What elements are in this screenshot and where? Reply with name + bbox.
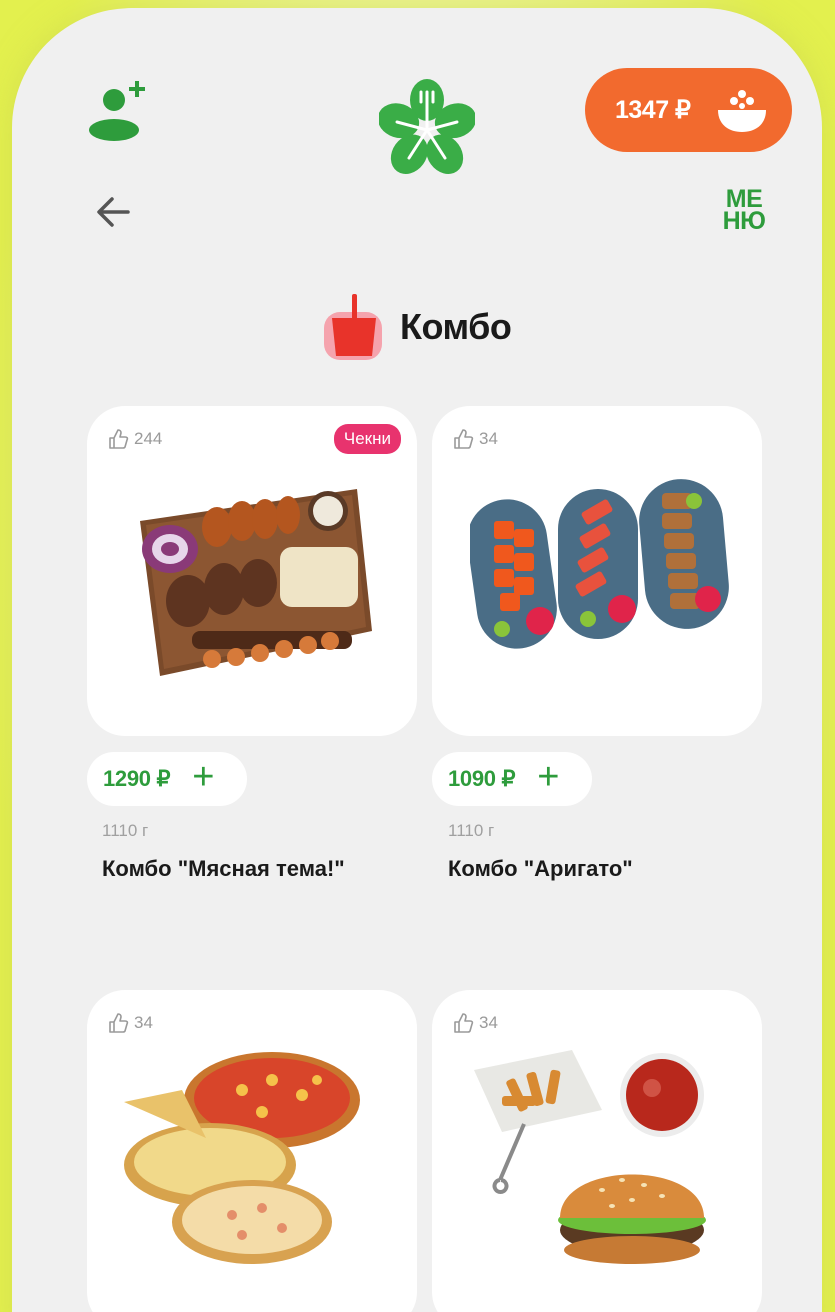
product-card[interactable]: 244 Чекни bbox=[87, 406, 417, 736]
cup-icon bbox=[324, 294, 382, 360]
product-card[interactable]: 34 bbox=[432, 406, 762, 736]
food-image-pizza bbox=[124, 1052, 360, 1264]
add-to-cart-button[interactable]: 1290 ₽ + bbox=[87, 752, 247, 806]
likes-count: 244 bbox=[134, 429, 163, 448]
product-card[interactable]: 34 bbox=[87, 990, 417, 1312]
logo-icon bbox=[377, 79, 477, 174]
add-user-button[interactable] bbox=[84, 78, 154, 148]
menu-label-line2: НЮ bbox=[722, 207, 766, 235]
thumbs-up-icon bbox=[454, 429, 474, 449]
price: 1090 ₽ bbox=[448, 766, 516, 791]
plus-icon: + bbox=[192, 756, 215, 798]
thumbs-up-icon bbox=[109, 429, 129, 449]
thumbs-up-icon bbox=[109, 1013, 129, 1033]
cart-bowl-icon bbox=[718, 90, 766, 132]
food-image-burger-set bbox=[474, 1050, 706, 1264]
add-user-icon bbox=[89, 81, 145, 141]
add-to-cart-button[interactable]: 1090 ₽ + bbox=[432, 752, 592, 806]
promo-badge: Чекни bbox=[333, 424, 401, 454]
logo[interactable] bbox=[377, 78, 477, 174]
likes-count: 34 bbox=[134, 1013, 153, 1032]
app-screen: 1347 ₽ МЕ НЮ Комбо 244 Чекни 1290 ₽ + 11… bbox=[12, 8, 822, 1312]
section-header: Комбо bbox=[320, 292, 512, 362]
price: 1290 ₽ bbox=[103, 766, 171, 791]
plus-icon: + bbox=[537, 756, 560, 798]
food-image-meat bbox=[140, 489, 372, 676]
likes-count: 34 bbox=[479, 1013, 498, 1032]
likes-counter[interactable]: 244 bbox=[107, 428, 162, 450]
weight: 1110 г bbox=[102, 821, 149, 840]
cart-button[interactable]: 1347 ₽ bbox=[585, 68, 792, 152]
section-title: Комбо bbox=[400, 306, 512, 347]
product-name: Комбо "Мясная тема!" bbox=[102, 856, 345, 881]
cart-total: 1347 ₽ bbox=[615, 96, 691, 124]
back-button[interactable] bbox=[92, 190, 136, 234]
weight: 1110 г bbox=[448, 821, 495, 840]
likes-counter[interactable]: 34 bbox=[452, 428, 498, 450]
likes-count: 34 bbox=[479, 429, 498, 448]
likes-counter[interactable]: 34 bbox=[107, 1012, 153, 1034]
product-card[interactable]: 34 bbox=[432, 990, 762, 1312]
arrow-left-icon bbox=[97, 197, 130, 227]
thumbs-up-icon bbox=[454, 1013, 474, 1033]
menu-button[interactable]: МЕ НЮ bbox=[710, 187, 778, 248]
food-image-sushi bbox=[470, 479, 729, 649]
product-name: Комбо "Аригато" bbox=[448, 856, 633, 881]
likes-counter[interactable]: 34 bbox=[452, 1012, 498, 1034]
